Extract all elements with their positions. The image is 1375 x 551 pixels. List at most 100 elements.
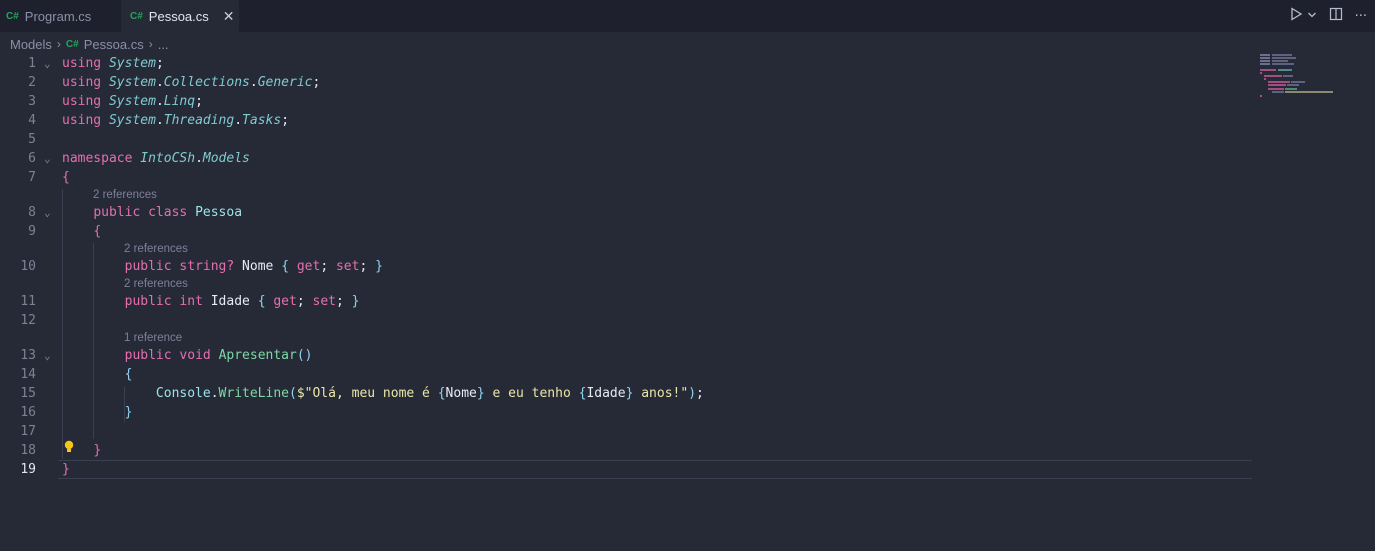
code-line[interactable]: 17	[0, 422, 1252, 441]
more-actions-icon[interactable]: ···	[1355, 9, 1367, 24]
code-token: Collections	[163, 75, 250, 90]
code-line[interactable]: 7{	[0, 168, 1252, 187]
code-token: ;	[335, 294, 352, 309]
code-token: .	[155, 113, 164, 128]
code-text: }	[62, 460, 70, 479]
code-line[interactable]: 11 public int Idade { get; set; }	[0, 292, 1252, 311]
code-lens-nome[interactable]: 2 references	[124, 241, 188, 257]
code-line[interactable]: 3 using System.Linq;	[0, 92, 1252, 111]
code-token: get	[296, 259, 321, 274]
code-token: .	[234, 113, 243, 128]
code-token: Idade	[210, 294, 258, 309]
line-number: 12	[20, 313, 36, 328]
code-text: using System.Threading.Tasks;	[62, 111, 289, 130]
code-token: (	[289, 386, 297, 401]
line-number: 1	[28, 56, 36, 71]
code-line[interactable]: 8 ⌄ public class Pessoa	[0, 203, 1252, 222]
close-icon[interactable]: ✕	[223, 8, 235, 25]
code-token: get	[273, 294, 297, 309]
code-line[interactable]: 6 ⌄ namespace IntoCSh.Models	[0, 149, 1252, 168]
fold-chevron-icon[interactable]: ⌄	[44, 346, 51, 365]
breadcrumb-more[interactable]: ...	[158, 37, 169, 52]
breadcrumb-file[interactable]: Pessoa.cs	[84, 37, 144, 52]
code-token: ?	[226, 259, 243, 274]
code-token: ;	[155, 56, 164, 71]
code-line[interactable]: 9 {	[0, 222, 1252, 241]
lightbulb-icon[interactable]	[64, 440, 74, 454]
code-text: {	[62, 365, 133, 384]
code-token: using	[62, 75, 109, 90]
code-line[interactable]: 10 public string? Nome { get; set; }	[0, 257, 1252, 276]
code-text: public void Apresentar()	[62, 346, 313, 365]
code-text: }	[62, 403, 133, 422]
code-token: ;	[312, 75, 321, 90]
fold-chevron-icon[interactable]: ⌄	[44, 149, 51, 168]
code-text: Console.WriteLine($"Olá, meu nome é {Nom…	[62, 384, 704, 403]
tab-label: Pessoa.cs	[148, 8, 209, 24]
tab-pessoa-cs[interactable]: C# Pessoa.cs ✕	[121, 0, 239, 32]
code-token: ;	[296, 294, 313, 309]
code-editor[interactable]: 2 references 2 references 2 references 1…	[0, 54, 1252, 551]
split-editor-icon[interactable]	[1329, 7, 1343, 25]
code-token: ;	[320, 259, 336, 274]
code-token: .	[249, 75, 258, 90]
code-line[interactable]: 13 ⌄ public void Apresentar()	[0, 346, 1252, 365]
code-line[interactable]: 5	[0, 130, 1252, 149]
code-token: )	[688, 386, 697, 401]
code-token: ;	[281, 113, 290, 128]
code-token: {	[93, 224, 102, 239]
code-token: {	[437, 386, 446, 401]
csharp-file-icon: C#	[6, 10, 19, 22]
chevron-down-icon[interactable]	[1307, 9, 1317, 24]
code-lens-apresentar[interactable]: 1 reference	[124, 330, 182, 346]
code-token: Nome	[242, 259, 282, 274]
code-token: anos!"	[633, 386, 689, 401]
vertical-scrollbar[interactable]	[1365, 32, 1375, 551]
fold-chevron-icon[interactable]: ⌄	[44, 203, 51, 222]
code-text: public int Idade { get; set; }	[62, 292, 360, 311]
code-text: namespace IntoCSh.Models	[62, 149, 250, 168]
code-line[interactable]: 2 using System.Collections.Generic;	[0, 73, 1252, 92]
code-token: .	[155, 94, 164, 109]
code-line[interactable]: 4 using System.Threading.Tasks;	[0, 111, 1252, 130]
code-lens-class[interactable]: 2 references	[93, 187, 157, 203]
code-line[interactable]: 14 {	[0, 365, 1252, 384]
code-line[interactable]: 19}	[0, 460, 1252, 479]
code-line[interactable]: 18 }	[0, 441, 1252, 460]
fold-chevron-icon[interactable]: ⌄	[44, 54, 51, 73]
code-token: Models	[202, 151, 250, 166]
run-icon[interactable]	[1289, 7, 1303, 25]
csharp-file-icon: C#	[65, 38, 79, 50]
tab-program-cs[interactable]: C# Program.cs	[0, 0, 120, 32]
line-number: 8	[28, 205, 36, 220]
code-token: ;	[359, 259, 376, 274]
code-token: {	[281, 259, 297, 274]
code-token: .	[195, 151, 203, 166]
line-number: 11	[20, 294, 36, 309]
chevron-right-icon: ›	[148, 37, 153, 51]
code-line[interactable]: 16 }	[0, 403, 1252, 422]
line-number: 17	[20, 424, 36, 439]
code-lens-idade[interactable]: 2 references	[124, 276, 188, 292]
code-token: {	[124, 367, 133, 382]
code-line[interactable]: 12	[0, 311, 1252, 330]
editor-actions: ···	[1289, 0, 1367, 32]
code-token: Console	[155, 386, 211, 401]
line-number: 18	[20, 443, 36, 458]
code-token: using	[62, 56, 109, 71]
line-number: 5	[28, 132, 36, 147]
code-token: using	[62, 113, 109, 128]
chevron-right-icon: ›	[56, 37, 61, 51]
minimap[interactable]	[1258, 52, 1348, 97]
breadcrumb-folder[interactable]: Models	[10, 37, 52, 52]
line-number: 2	[28, 75, 36, 90]
code-line[interactable]: 15 Console.WriteLine($"Olá, meu nome é {…	[0, 384, 1252, 403]
code-line[interactable]: 1 ⌄ using System;	[0, 54, 1252, 73]
line-number: 9	[28, 224, 36, 239]
